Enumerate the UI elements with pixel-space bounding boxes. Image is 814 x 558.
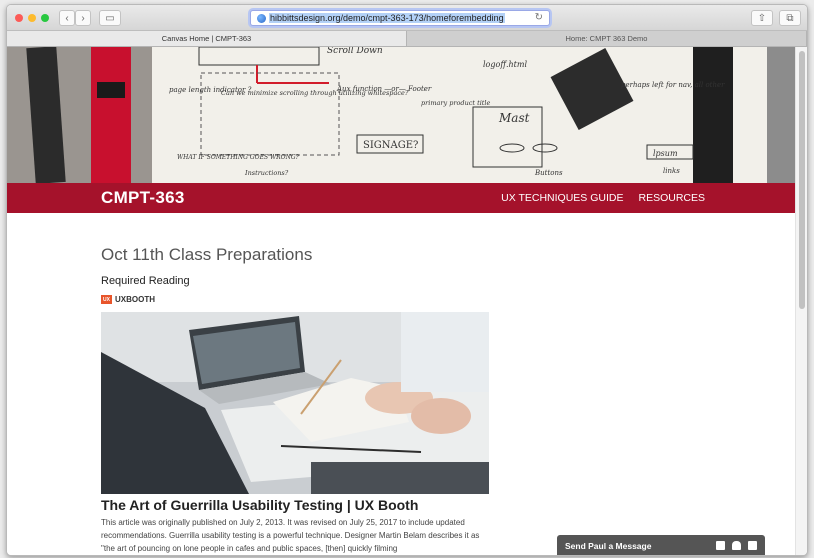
minimize-window-button[interactable] — [28, 14, 36, 22]
sketch-note: logoff.html — [483, 60, 527, 69]
new-tab-button[interactable]: + — [807, 31, 808, 46]
source-label[interactable]: UX UXBOOTH — [101, 295, 501, 304]
tabs-icon: ⧉ — [786, 12, 794, 24]
tab-canvas-home[interactable]: Canvas Home | CMPT-363 — [7, 31, 407, 46]
sketch-note: Mast — [498, 111, 530, 125]
article-excerpt: This article was originally published on… — [101, 518, 480, 553]
chat-icons — [716, 541, 757, 550]
chat-label: Send Paul a Message — [565, 541, 652, 551]
web-page: Scroll Down page length indicator ? Can … — [7, 47, 797, 555]
window-icon[interactable] — [716, 541, 725, 550]
scroll-thumb[interactable] — [799, 51, 805, 309]
tab-label: Canvas Home | CMPT-363 — [161, 34, 252, 43]
sketch-note: Scroll Down — [327, 47, 383, 56]
site-nav: UX TECHNIQUES GUIDE RESOURCES — [501, 192, 705, 204]
sketch-note: Aux function —or— Footer — [336, 85, 432, 93]
article-photo — [101, 312, 489, 494]
share-button[interactable]: ⇧ — [751, 10, 773, 26]
browser-toolbar: ‹ › ▭ hibbittsdesign.org/demo/cmpt-363-1… — [7, 5, 807, 31]
show-tabs-button[interactable]: ⧉ — [779, 10, 801, 26]
uxbooth-logo-icon: UX — [101, 295, 112, 304]
page-title: Oct 11th Class Preparations — [101, 245, 313, 264]
page-scrollbar[interactable] — [795, 47, 807, 555]
tab-bar: Canvas Home | CMPT-363 Home: CMPT 363 De… — [7, 31, 807, 47]
url-text: hibbittsdesign.org/demo/cmpt-363-173/hom… — [269, 13, 505, 23]
article-image[interactable] — [101, 312, 489, 494]
close-window-button[interactable] — [15, 14, 23, 22]
main-content: Oct 11th Class Preparations Required Rea… — [101, 243, 501, 555]
chevron-right-icon: › — [81, 12, 85, 24]
address-bar[interactable]: hibbittsdesign.org/demo/cmpt-363-173/hom… — [250, 10, 550, 26]
chat-widget[interactable]: Send Paul a Message — [557, 535, 765, 555]
tab-label: Home: CMPT 363 Demo — [565, 34, 648, 43]
popout-icon[interactable] — [748, 541, 757, 550]
nav-link-ux-techniques[interactable]: UX TECHNIQUES GUIDE — [501, 192, 623, 204]
sidebar-icon: ▭ — [105, 12, 115, 24]
tab-home-demo[interactable]: Home: CMPT 363 Demo — [407, 31, 807, 46]
sidebar-button[interactable]: ▭ — [99, 10, 121, 26]
bell-icon[interactable] — [732, 541, 741, 550]
source-name: UXBOOTH — [115, 295, 155, 304]
sketch-note: lpsum — [653, 149, 678, 158]
nav-link-resources[interactable]: RESOURCES — [638, 192, 705, 204]
sketch-note: links — [663, 167, 680, 175]
article-title[interactable]: The Art of Guerrilla Usability Testing |… — [101, 497, 501, 513]
hero-banner: Scroll Down page length indicator ? Can … — [7, 47, 797, 183]
sketch-note: Instructions? — [244, 169, 289, 177]
zoom-window-button[interactable] — [41, 14, 49, 22]
share-icon: ⇧ — [757, 12, 767, 24]
section-heading: Required Reading — [101, 275, 190, 287]
sketch-note: primary product title — [421, 99, 490, 107]
sketch-note: SIGNAGE? — [363, 140, 418, 151]
browser-window: ‹ › ▭ hibbittsdesign.org/demo/cmpt-363-1… — [6, 4, 808, 556]
plus-icon: + — [807, 33, 808, 45]
chevron-left-icon: ‹ — [65, 12, 69, 24]
back-button[interactable]: ‹ — [59, 10, 75, 26]
site-brand[interactable]: CMPT-363 — [101, 188, 185, 208]
sketch-image: Scroll Down page length indicator ? Can … — [7, 47, 797, 183]
sketch-note: Buttons — [534, 169, 563, 177]
globe-icon — [257, 13, 266, 23]
site-navbar: CMPT-363 UX TECHNIQUES GUIDE RESOURCES — [7, 183, 797, 213]
forward-button[interactable]: › — [75, 10, 91, 26]
sketch-note: WHAT IF SOMETHING GOES WRONG? — [177, 154, 300, 161]
sketch-note: perhaps left for nav, all other — [621, 81, 725, 89]
reload-icon[interactable]: ↻ — [535, 12, 543, 23]
